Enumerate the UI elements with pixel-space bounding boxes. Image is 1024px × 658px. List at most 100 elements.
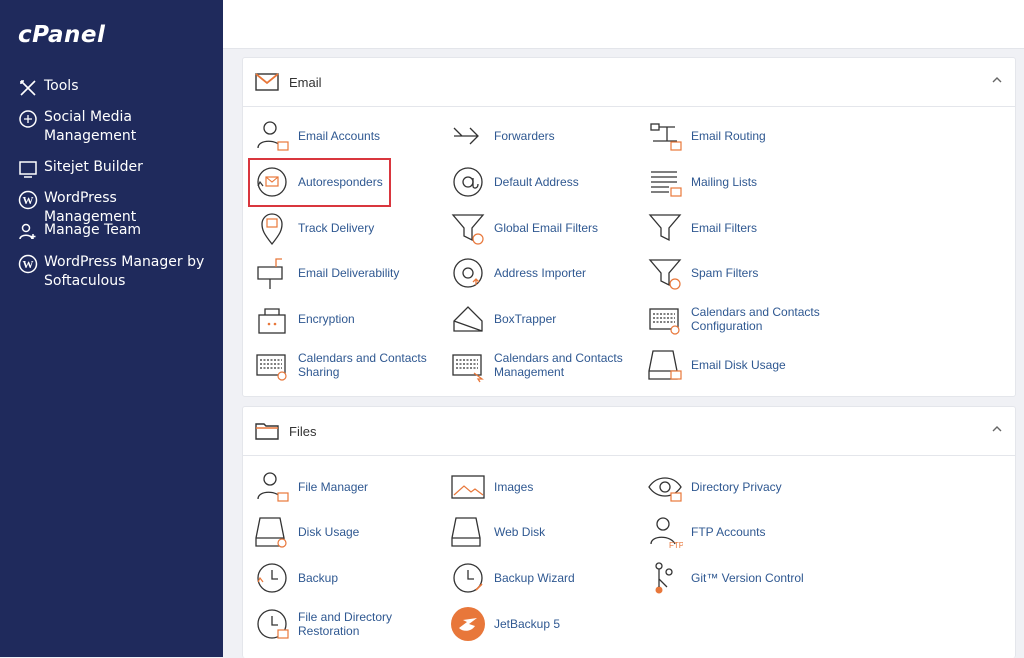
calendars-config-link[interactable]: Calendars and Contacts Configuration: [647, 299, 837, 339]
chevron-up-icon[interactable]: [991, 74, 1003, 86]
encryption-icon: [258, 308, 286, 334]
folder-icon: [255, 423, 279, 440]
email-accounts-link[interactable]: Email Accounts: [254, 116, 444, 156]
chevron-up-icon[interactable]: [991, 423, 1003, 435]
ftp-accounts-icon: FTP: [650, 517, 683, 550]
panel-title: Email: [289, 75, 322, 90]
backup-icon: [257, 563, 287, 593]
ftp-accounts-link[interactable]: FTP FTP Accounts: [647, 512, 837, 552]
sidebar-item-wordpress-softaculous[interactable]: W WordPress Manager by Softaculous: [18, 253, 213, 291]
svg-text:FTP: FTP: [669, 541, 683, 550]
directory-privacy-link[interactable]: Directory Privacy: [647, 467, 837, 507]
team-icon: [19, 223, 36, 240]
address-importer-icon: [453, 258, 483, 288]
item-label: Disk Usage: [298, 525, 360, 539]
email-routing-icon: [650, 123, 682, 151]
svg-text:W: W: [23, 195, 34, 207]
calendars-sharing-icon: [256, 354, 287, 381]
calendars-config-icon: [649, 308, 680, 335]
top-bar: [223, 0, 1024, 49]
forwarders-link[interactable]: Forwarders: [450, 116, 640, 156]
email-routing-link[interactable]: Email Routing: [647, 116, 837, 156]
email-panel-header[interactable]: Email: [243, 58, 1015, 107]
highlight-box: [248, 158, 391, 207]
jetbackup-icon: [451, 607, 485, 641]
spam-filters-icon: [648, 259, 682, 290]
disk-usage-link[interactable]: Disk Usage: [254, 512, 444, 552]
item-label: Encryption: [298, 312, 355, 326]
item-label: Spam Filters: [691, 266, 759, 280]
item-label: File and Directory Restoration: [298, 610, 393, 638]
disk-usage-icon: [255, 517, 287, 548]
calendars-sharing-link[interactable]: Calendars and Contacts Sharing: [254, 345, 444, 385]
calendars-management-link[interactable]: Calendars and Contacts Management: [450, 345, 640, 385]
cpanel-logo[interactable]: cPanel: [18, 22, 105, 48]
sidebar-item-label: Sitejet Builder: [44, 159, 143, 175]
item-label: Calendars and Contacts Configuration: [691, 305, 820, 333]
item-label: Images: [494, 480, 534, 494]
email-filters-icon: [648, 214, 682, 242]
email-accounts-icon: [257, 121, 289, 151]
email-deliverability-icon: [257, 258, 283, 289]
git-icon: [655, 562, 673, 594]
item-label: Email Disk Usage: [691, 358, 786, 372]
wordpress-icon: W: [18, 190, 38, 210]
address-importer-link[interactable]: Address Importer: [450, 253, 640, 293]
restoration-icon: [257, 609, 289, 639]
encryption-link[interactable]: Encryption: [254, 299, 444, 339]
images-link[interactable]: Images: [450, 467, 640, 507]
item-label: FTP Accounts: [691, 525, 766, 539]
boxtrapper-link[interactable]: BoxTrapper: [450, 299, 640, 339]
item-label: Mailing Lists: [691, 175, 758, 189]
web-disk-link[interactable]: Web Disk: [450, 512, 640, 552]
calendars-management-icon: [452, 354, 484, 383]
item-label: File Manager: [298, 480, 369, 494]
backup-wizard-link[interactable]: Backup Wizard: [450, 558, 640, 598]
sidebar-item-manage-team[interactable]: Manage Team: [18, 221, 213, 242]
item-label: Email Filters: [691, 221, 758, 235]
item-label: Email Accounts: [298, 129, 381, 143]
file-manager-icon: [257, 472, 289, 502]
item-label: Web Disk: [494, 525, 546, 539]
mailing-lists-icon: [651, 171, 682, 197]
sidebar-item-tools[interactable]: Tools: [18, 77, 213, 98]
envelope-icon: [255, 73, 279, 91]
backup-wizard-icon: [453, 563, 483, 593]
backup-link[interactable]: Backup: [254, 558, 444, 598]
email-disk-usage-link[interactable]: Email Disk Usage: [647, 345, 837, 385]
files-panel-header[interactable]: Files: [243, 407, 1015, 456]
forwarders-icon: [453, 127, 479, 145]
default-address-icon: [453, 167, 483, 197]
spam-filters-link[interactable]: Spam Filters: [647, 253, 837, 293]
item-label: Git™ Version Control: [691, 571, 804, 585]
item-label: Email Routing: [691, 129, 766, 143]
git-version-control-link[interactable]: Git™ Version Control: [647, 558, 837, 598]
sidebar-item-label: WordPress Manager by Softaculous: [44, 254, 205, 289]
wordpress-icon: W: [18, 254, 38, 274]
images-icon: [451, 475, 485, 499]
boxtrapper-icon: [453, 306, 483, 332]
global-email-filters-link[interactable]: Global Email Filters: [450, 208, 640, 248]
svg-text:W: W: [23, 259, 34, 271]
sidebar-item-sitejet[interactable]: Sitejet Builder: [18, 158, 213, 179]
item-label: Calendars and Contacts Management: [494, 351, 623, 379]
jetbackup-link[interactable]: JetBackup 5: [450, 604, 640, 644]
file-restoration-link[interactable]: File and Directory Restoration: [254, 604, 444, 644]
email-deliverability-link[interactable]: Email Deliverability: [254, 253, 444, 293]
file-manager-link[interactable]: File Manager: [254, 467, 444, 507]
item-label: BoxTrapper: [494, 312, 557, 326]
sidebar: cPanel Tools Social Media Management Sit…: [0, 0, 223, 657]
item-label: Email Deliverability: [298, 266, 400, 280]
mailing-lists-link[interactable]: Mailing Lists: [647, 162, 837, 202]
item-label: Address Importer: [494, 266, 587, 280]
social-media-icon: [19, 110, 37, 128]
item-label: JetBackup 5: [494, 617, 561, 631]
item-label: Backup: [298, 571, 339, 585]
default-address-link[interactable]: Default Address: [450, 162, 640, 202]
sidebar-item-social-media[interactable]: Social Media Management: [18, 108, 213, 146]
item-label: Backup Wizard: [494, 571, 575, 585]
directory-privacy-icon: [648, 477, 682, 502]
track-delivery-link[interactable]: Track Delivery: [254, 208, 444, 248]
tools-icon: [20, 80, 36, 96]
email-filters-link[interactable]: Email Filters: [647, 208, 837, 248]
